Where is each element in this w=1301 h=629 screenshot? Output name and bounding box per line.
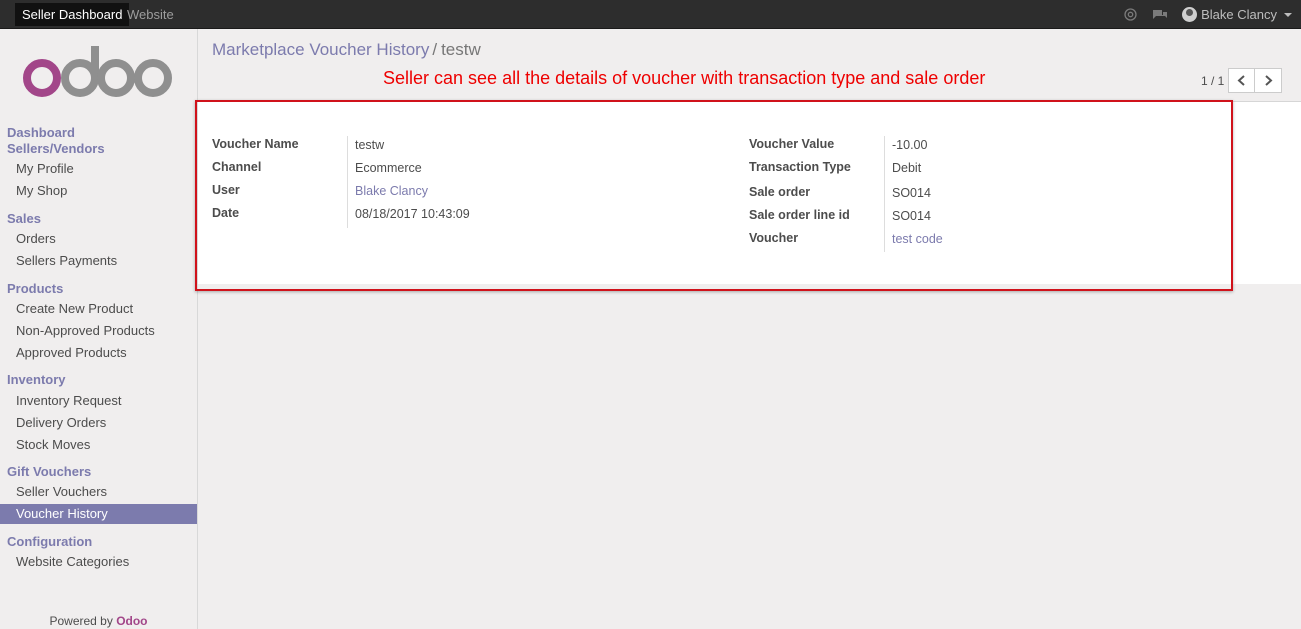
value-date: 08/18/2017 10:43:09 <box>355 207 470 221</box>
label-user: User <box>212 183 240 197</box>
label-date: Date <box>212 206 240 220</box>
left-group-divider <box>347 136 348 228</box>
highlight-box <box>195 100 1233 291</box>
sidebar-item-orders[interactable]: Orders <box>0 229 197 249</box>
annotation-text: Seller can see all the details of vouche… <box>383 68 986 88</box>
chevron-down-icon <box>1284 12 1292 17</box>
label-voucher: Voucher <box>749 231 799 245</box>
sidebar-item-seller-vouchers[interactable]: Seller Vouchers <box>0 482 197 502</box>
sidebar-item-website-categories[interactable]: Website Categories <box>0 552 197 572</box>
sidebar-item-sellers-payments[interactable]: Sellers Payments <box>0 251 197 271</box>
label-transaction-type: Transaction Type <box>749 160 851 174</box>
section-configuration: Configuration <box>7 534 93 549</box>
pager: 1 / 1 <box>1201 68 1283 93</box>
breadcrumb: Marketplace Voucher History / testw <box>212 40 481 60</box>
section-inventory: Inventory <box>7 372 66 387</box>
value-voucher-link[interactable]: test code <box>892 232 943 246</box>
sidebar-item-approved-products[interactable]: Approved Products <box>0 343 197 363</box>
label-channel: Channel <box>212 160 262 174</box>
avatar <box>1182 7 1198 22</box>
app-seller-dashboard[interactable]: Seller Dashboard <box>15 3 130 26</box>
label-sale-order-line-id: Sale order line id <box>749 208 850 222</box>
value-sale-order-line-id: SO014 <box>892 209 931 223</box>
section-gift-vouchers: Gift Vouchers <box>7 464 92 479</box>
user-menu[interactable]: Blake Clancy <box>1182 7 1292 22</box>
sidebar: Dashboard Sellers/Vendors My Profile My … <box>0 29 198 629</box>
section-products: Products <box>7 281 64 296</box>
menu-dashboard[interactable]: Dashboard <box>7 125 75 141</box>
odoo-logo <box>23 46 172 97</box>
breadcrumb-separator: / <box>432 40 438 59</box>
chat-icon[interactable] <box>1152 7 1168 23</box>
sidebar-item-delivery-orders[interactable]: Delivery Orders <box>0 413 197 433</box>
label-voucher-name: Voucher Name <box>212 137 299 151</box>
breadcrumb-parent[interactable]: Marketplace Voucher History <box>212 40 429 59</box>
value-channel: Ecommerce <box>355 161 422 175</box>
breadcrumb-current: testw <box>441 40 481 59</box>
section-sellers-vendors: Sellers/Vendors <box>7 141 105 156</box>
chevron-right-icon <box>1265 75 1273 86</box>
value-voucher-name: testw <box>355 138 385 152</box>
mention-icon[interactable] <box>1122 7 1138 23</box>
label-sale-order: Sale order <box>749 185 811 199</box>
sidebar-item-inventory-request[interactable]: Inventory Request <box>0 391 197 411</box>
pager-previous-button[interactable] <box>1228 68 1256 93</box>
value-user-link[interactable]: Blake Clancy <box>355 184 428 198</box>
sidebar-item-my-profile[interactable]: My Profile <box>0 159 197 179</box>
label-voucher-value: Voucher Value <box>749 137 835 151</box>
app-website[interactable]: Website <box>120 3 181 26</box>
value-voucher-value: -10.00 <box>892 138 928 152</box>
value-sale-order: SO014 <box>892 186 931 200</box>
right-group-divider <box>884 136 885 252</box>
value-transaction-type: Debit <box>892 161 922 175</box>
user-name: Blake Clancy <box>1201 7 1277 22</box>
section-sales: Sales <box>7 211 41 226</box>
sidebar-item-create-new-product[interactable]: Create New Product <box>0 299 197 319</box>
powered-by-link[interactable]: Odoo <box>116 614 147 628</box>
sidebar-item-stock-moves[interactable]: Stock Moves <box>0 435 197 455</box>
powered-by: Powered by Odoo <box>0 614 197 628</box>
powered-by-label: Powered by <box>49 614 113 628</box>
sidebar-item-my-shop[interactable]: My Shop <box>0 181 197 201</box>
sidebar-item-non-approved-products[interactable]: Non-Approved Products <box>0 321 197 341</box>
pager-next-button[interactable] <box>1255 68 1283 93</box>
pager-value[interactable]: 1 / 1 <box>1201 74 1224 88</box>
topbar-right: Blake Clancy <box>1122 0 1292 29</box>
chevron-left-icon <box>1237 75 1246 86</box>
sidebar-item-voucher-history[interactable]: Voucher History <box>0 504 197 524</box>
top-navbar: Seller Dashboard Website Blake Clancy <box>0 0 1301 29</box>
